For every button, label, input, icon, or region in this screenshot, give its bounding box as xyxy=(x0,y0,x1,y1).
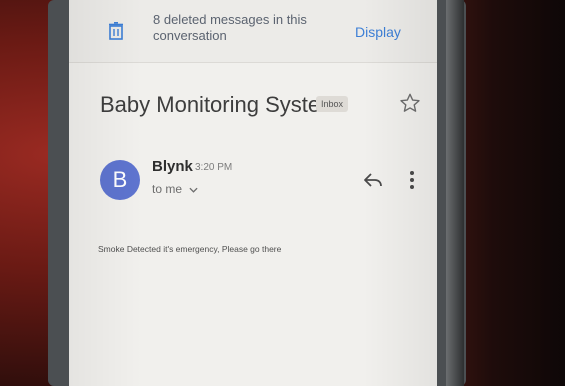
message-time: 3:20 PM xyxy=(195,162,233,173)
sender-name: Blynk xyxy=(152,158,193,175)
phone-screen: 8 deleted messages in this conversation … xyxy=(69,0,437,386)
sender-row: B Blynk 3:20 PM to me xyxy=(69,150,437,210)
reply-icon[interactable] xyxy=(363,172,383,188)
display-button[interactable]: Display xyxy=(355,24,401,40)
recipient-details-toggle[interactable]: to me xyxy=(152,182,198,196)
more-vert-icon[interactable] xyxy=(409,170,415,190)
chevron-down-icon xyxy=(189,187,198,193)
star-icon[interactable] xyxy=(399,92,421,114)
inbox-label-badge[interactable]: Inbox xyxy=(316,96,349,112)
deleted-messages-text: 8 deleted messages in this conversation xyxy=(153,12,307,43)
phone-edge xyxy=(446,0,464,386)
subject-row: Baby Monitoring System Inbox xyxy=(69,86,437,126)
email-subject: Baby Monitoring System xyxy=(100,92,339,117)
deleted-messages-banner: 8 deleted messages in this conversation … xyxy=(69,0,437,63)
avatar[interactable]: B xyxy=(100,160,140,200)
email-body: Smoke Detected it's emergency, Please go… xyxy=(98,244,282,254)
recipient-text: to me xyxy=(152,182,183,196)
trash-icon xyxy=(109,22,123,40)
